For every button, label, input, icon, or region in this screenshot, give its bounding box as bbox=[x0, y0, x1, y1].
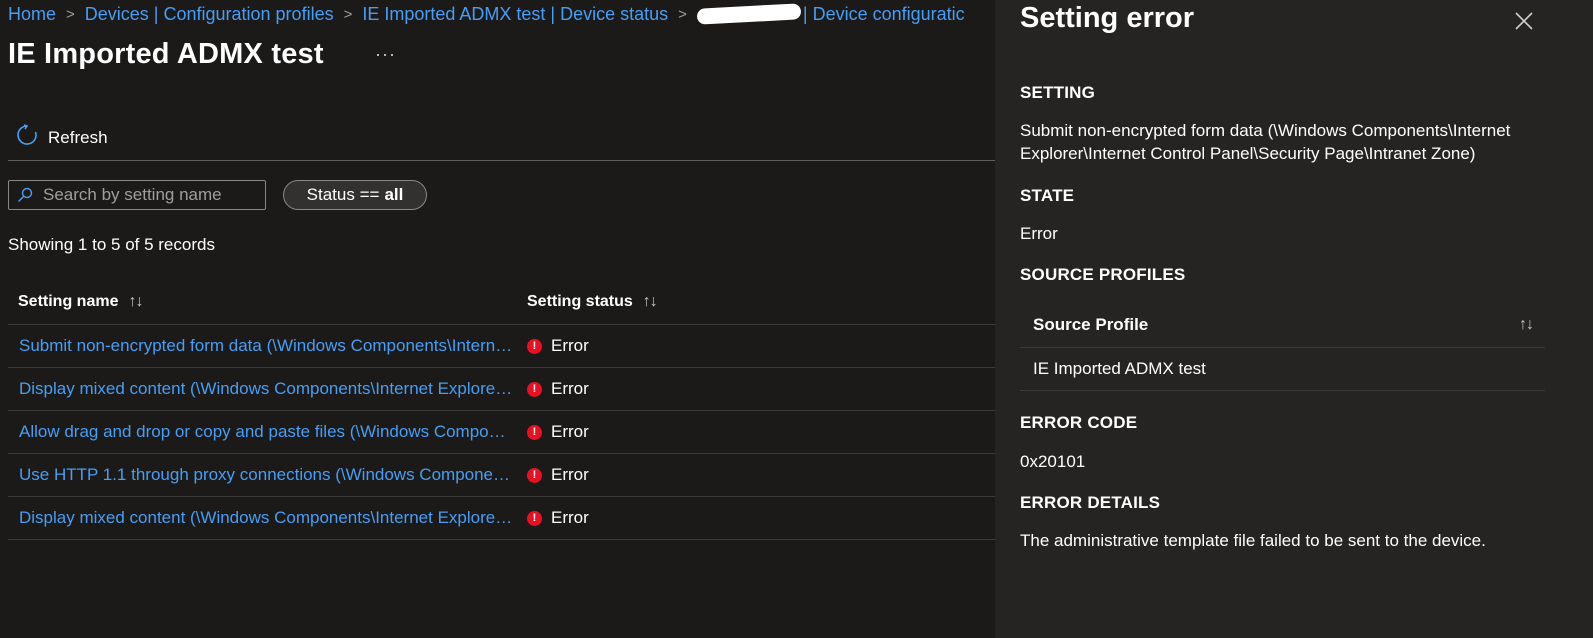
status-cell: ! Error bbox=[517, 465, 589, 485]
breadcrumb-device-status[interactable]: IE Imported ADMX test | Device status bbox=[362, 4, 668, 25]
error-details-text: The administrative template file failed … bbox=[1020, 531, 1486, 550]
source-profile-column-header[interactable]: Source Profile ↑↓ bbox=[1020, 303, 1545, 348]
error-icon: ! bbox=[527, 510, 542, 526]
setting-name-link[interactable]: Allow drag and drop or copy and paste fi… bbox=[8, 422, 517, 442]
status-cell: ! Error bbox=[517, 508, 589, 528]
redacted-mark bbox=[696, 3, 802, 25]
refresh-label: Refresh bbox=[48, 127, 108, 147]
close-icon bbox=[1514, 12, 1534, 35]
refresh-button[interactable]: Refresh bbox=[16, 124, 108, 151]
sort-icon[interactable]: ↑↓ bbox=[643, 293, 658, 311]
status-text: Error bbox=[551, 379, 589, 398]
setting-heading: SETTING bbox=[1020, 83, 1096, 102]
column-label: Source Profile bbox=[1033, 315, 1149, 334]
setting-name-link[interactable]: Display mixed content (\Windows Componen… bbox=[8, 508, 517, 528]
status-cell: ! Error bbox=[517, 422, 589, 442]
close-button[interactable] bbox=[1514, 11, 1534, 36]
state-text: Error bbox=[1020, 224, 1058, 243]
breadcrumb-device-configuration[interactable]: | Device configuratic bbox=[803, 4, 965, 25]
sort-icon[interactable]: ↑↓ bbox=[128, 293, 143, 311]
filter-prefix: Status == bbox=[306, 185, 380, 204]
chevron-right-icon: > bbox=[678, 5, 687, 23]
error-icon: ! bbox=[527, 467, 542, 483]
error-details-heading: ERROR DETAILS bbox=[1020, 493, 1161, 512]
error-code-value: 0x20101 bbox=[1020, 452, 1086, 471]
breadcrumb: Home > Devices | Configuration profiles … bbox=[8, 3, 965, 25]
setting-name-link[interactable]: Use HTTP 1.1 through proxy connections (… bbox=[8, 465, 517, 485]
column-header-setting-name[interactable]: Setting name ↑↓ bbox=[8, 293, 517, 311]
records-count: Showing 1 to 5 of 5 records bbox=[8, 235, 215, 254]
main-area: Home > Devices | Configuration profiles … bbox=[0, 0, 1010, 638]
source-profile-name: IE Imported ADMX test bbox=[1033, 359, 1206, 378]
status-cell: ! Error bbox=[517, 336, 589, 356]
panel-title: Setting error bbox=[1020, 2, 1195, 34]
page-title: IE Imported ADMX test bbox=[8, 38, 324, 70]
status-cell: ! Error bbox=[517, 379, 589, 399]
filter-value: all bbox=[384, 185, 404, 204]
breadcrumb-home[interactable]: Home bbox=[8, 4, 56, 25]
table-row: Allow drag and drop or copy and paste fi… bbox=[8, 411, 1010, 454]
column-header-setting-status[interactable]: Setting status ↑↓ bbox=[517, 293, 658, 311]
chevron-right-icon: > bbox=[343, 5, 353, 23]
status-filter-pill[interactable]: Status == all bbox=[283, 180, 427, 210]
more-options-button[interactable]: ··· bbox=[375, 44, 396, 65]
error-icon: ! bbox=[527, 381, 542, 397]
table-row: Display mixed content (\Windows Componen… bbox=[8, 497, 1010, 540]
setting-name-link[interactable]: Submit non-encrypted form data (\Windows… bbox=[8, 336, 517, 356]
error-icon: ! bbox=[527, 424, 542, 440]
error-icon: ! bbox=[527, 338, 542, 354]
search-box[interactable] bbox=[8, 180, 266, 210]
status-text: Error bbox=[551, 422, 589, 441]
chevron-right-icon: > bbox=[66, 5, 75, 23]
status-text: Error bbox=[551, 508, 589, 527]
state-heading: STATE bbox=[1020, 186, 1075, 205]
status-text: Error bbox=[551, 336, 589, 355]
breadcrumb-configuration-profiles[interactable]: Devices | Configuration profiles bbox=[85, 4, 334, 25]
refresh-icon bbox=[16, 124, 38, 151]
setting-name-link[interactable]: Display mixed content (\Windows Componen… bbox=[8, 379, 517, 399]
error-code-heading: ERROR CODE bbox=[1020, 413, 1138, 432]
column-label: Setting status bbox=[527, 293, 633, 310]
sort-icon[interactable]: ↑↓ bbox=[1519, 316, 1534, 334]
setting-text: Submit non-encrypted form data (\Windows… bbox=[1020, 121, 1511, 163]
toolbar: Refresh bbox=[8, 118, 1010, 161]
settings-table: Setting name ↑↓ Setting status ↑↓ Submit… bbox=[8, 280, 1010, 540]
setting-error-panel: Setting error SETTING Submit non-encrypt… bbox=[995, 0, 1593, 638]
table-row: Submit non-encrypted form data (\Windows… bbox=[8, 325, 1010, 368]
column-label: Setting name bbox=[18, 293, 119, 310]
table-row: Display mixed content (\Windows Componen… bbox=[8, 368, 1010, 411]
table-row: IE Imported ADMX test bbox=[1020, 348, 1545, 391]
table-header: Setting name ↑↓ Setting status ↑↓ bbox=[8, 280, 1010, 325]
status-text: Error bbox=[551, 465, 589, 484]
source-profiles-heading: SOURCE PROFILES bbox=[1020, 265, 1186, 284]
table-row: Use HTTP 1.1 through proxy connections (… bbox=[8, 454, 1010, 497]
search-input[interactable] bbox=[41, 184, 255, 206]
search-icon bbox=[17, 187, 33, 203]
source-profiles-table: Source Profile ↑↓ IE Imported ADMX test bbox=[1020, 303, 1545, 391]
